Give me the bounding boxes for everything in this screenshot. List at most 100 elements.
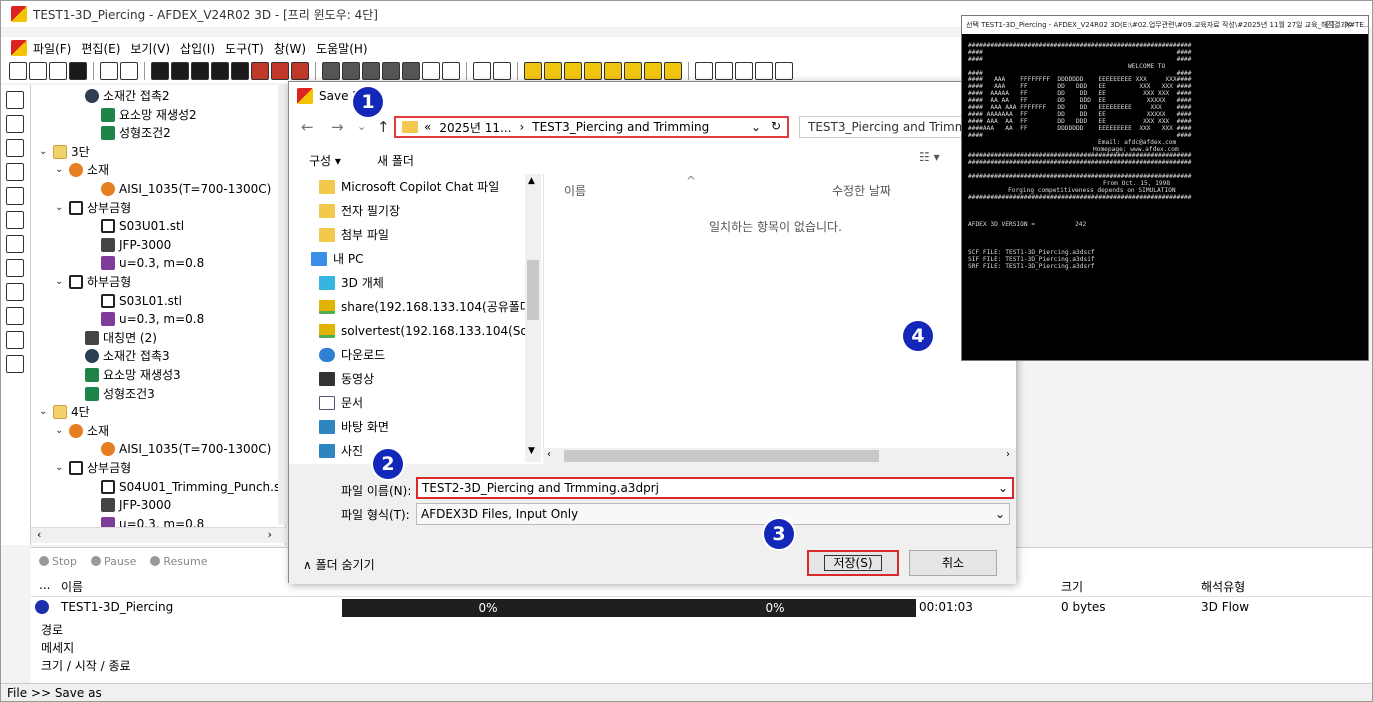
grid-icon[interactable] — [493, 62, 511, 80]
save-icon[interactable] — [69, 62, 87, 80]
forward-arrow-icon[interactable]: → — [331, 118, 344, 136]
address-bar[interactable]: « 2025년 11... › TEST3_Piercing and Trimm… — [394, 116, 789, 138]
column-header-name[interactable]: 이름 — [564, 182, 586, 199]
tree-node[interactable]: ⌄ 소재 — [55, 422, 109, 440]
nav-item[interactable]: 사진 — [319, 440, 363, 462]
menu-file[interactable]: 파일(F) — [33, 40, 71, 57]
import-icon[interactable] — [100, 62, 118, 80]
box-view-8-icon[interactable] — [664, 62, 682, 80]
open-file-icon[interactable] — [29, 62, 47, 80]
nav-item[interactable]: 내 PC — [311, 248, 363, 270]
tree-node[interactable]: 요소망 재생성2 — [87, 106, 197, 124]
tree-node[interactable]: ⌄ 상부금형 — [55, 199, 131, 217]
rotate-icon[interactable] — [422, 62, 440, 80]
up-arrow-icon[interactable]: ↑ — [377, 118, 390, 136]
hand-icon[interactable] — [755, 62, 773, 80]
copy-icon[interactable] — [6, 259, 24, 277]
tree-horizontal-scrollbar[interactable]: ‹ › — [31, 527, 286, 543]
box-view-2-icon[interactable] — [544, 62, 562, 80]
breadcrumb-item-1[interactable]: 2025년 11... — [439, 119, 511, 136]
scroll-left-icon[interactable]: ‹ — [37, 528, 41, 541]
menu-help[interactable]: 도움말(H) — [316, 40, 368, 57]
tree-node[interactable]: ⌄ 4단 — [39, 403, 90, 421]
stop-button[interactable]: Stop — [39, 555, 77, 568]
tree-expander-icon[interactable]: ⌄ — [39, 403, 49, 421]
press-tool-icon[interactable] — [6, 163, 24, 181]
nav-item[interactable]: 첨부 파일 — [319, 224, 389, 246]
tree-node[interactable]: S03U01.stl — [87, 217, 184, 235]
tree-node[interactable]: 소재간 접촉2 — [71, 87, 170, 105]
section-icon[interactable] — [402, 62, 420, 80]
resume-button[interactable]: Resume — [150, 555, 207, 568]
tree-node[interactable]: AISI_1035(T=700-1300C) — [87, 180, 271, 198]
nav-item[interactable]: 전자 필기장 — [319, 200, 400, 222]
table-icon[interactable] — [6, 307, 24, 325]
nav-item[interactable]: Microsoft Copilot Chat 파일 — [319, 176, 499, 198]
view-top-icon[interactable] — [231, 62, 249, 80]
header-size[interactable]: 크기 — [1061, 578, 1083, 595]
step-icon[interactable] — [6, 331, 24, 349]
tree-node[interactable]: 요소망 재생성3 — [71, 366, 181, 384]
view-iso-icon[interactable] — [251, 62, 269, 80]
tree-node[interactable]: S04U01_Trimming_Punch.stl — [87, 478, 285, 496]
tree-expander-icon[interactable]: ⌄ — [55, 199, 65, 217]
filetype-select[interactable]: AFDEX3D Files, Input Only ⌄ — [416, 503, 1010, 525]
tree-node[interactable]: 대칭면 (2) — [71, 329, 157, 347]
list-icon[interactable] — [6, 211, 24, 229]
hierarchy-icon[interactable] — [6, 235, 24, 253]
file-hscroll-thumb[interactable] — [564, 450, 879, 462]
die-tool-icon[interactable] — [6, 139, 24, 157]
export-icon[interactable] — [120, 62, 138, 80]
wire-icon[interactable] — [342, 62, 360, 80]
view-options-icon[interactable]: ☷ ▾ — [919, 150, 940, 164]
tree-node[interactable]: 성형조건2 — [87, 124, 171, 142]
mesh-icon[interactable] — [322, 62, 340, 80]
settings-icon[interactable] — [442, 62, 460, 80]
nav-item[interactable]: 3D 개체 — [319, 272, 384, 294]
nav-item[interactable]: 바탕 화면 — [319, 416, 389, 438]
split-icon[interactable] — [6, 283, 24, 301]
view-right-icon[interactable] — [211, 62, 229, 80]
view-back-icon[interactable] — [171, 62, 189, 80]
menu-window[interactable]: 창(W) — [274, 40, 306, 57]
pan-icon[interactable] — [735, 62, 753, 80]
column-header-modified[interactable]: 수정한 날짜 — [832, 182, 891, 199]
menu-tools[interactable]: 도구(T) — [225, 40, 264, 57]
console-window-controls-icon[interactable]: –□× — [1311, 16, 1362, 34]
tree-icon[interactable] — [6, 91, 24, 109]
tree-node[interactable]: u=0.3, m=0.8 — [87, 254, 204, 272]
tree-node[interactable]: u=0.3, m=0.8 — [87, 310, 204, 328]
pause-button[interactable]: Pause — [91, 555, 136, 568]
view-left-icon[interactable] — [191, 62, 209, 80]
header-ellipsis[interactable]: ... — [39, 578, 50, 592]
shade-icon[interactable] — [291, 62, 309, 80]
new-folder-button[interactable]: 새 폴더 — [377, 152, 414, 169]
tree-expander-icon[interactable]: ⌄ — [55, 273, 65, 291]
header-type[interactable]: 해석유형 — [1201, 578, 1245, 595]
zoom-fit-icon[interactable] — [695, 62, 713, 80]
monitor-icon[interactable] — [6, 187, 24, 205]
filename-input[interactable]: TEST2-3D_Piercing and Trmming.a3dprj ⌄ — [416, 477, 1014, 499]
header-name[interactable]: 이름 — [61, 578, 83, 595]
render-icon[interactable] — [271, 62, 289, 80]
tree-node[interactable]: ⌄ 소재 — [55, 161, 109, 179]
scroll-up-icon[interactable]: ▲ — [528, 176, 535, 186]
box-view-3-icon[interactable] — [564, 62, 582, 80]
breadcrumb-overflow[interactable]: « — [424, 120, 431, 134]
tree-node[interactable]: JFP-3000 — [87, 496, 171, 514]
box-view-7-icon[interactable] — [644, 62, 662, 80]
tree-expander-icon[interactable]: ⌄ — [39, 143, 49, 161]
camera-icon[interactable] — [473, 62, 491, 80]
tree-node[interactable]: ⌄ 상부금형 — [55, 459, 131, 477]
box-view-6-icon[interactable] — [624, 62, 642, 80]
nav-item[interactable]: 다운로드 — [319, 344, 385, 366]
breadcrumb-item-2[interactable]: TEST3_Piercing and Trimming — [532, 120, 709, 134]
recent-chevron-icon[interactable]: ⌄ — [357, 120, 366, 133]
hide-folders-button[interactable]: ∧ 폴더 숨기기 — [303, 556, 375, 573]
nav-scroll-thumb[interactable] — [527, 260, 539, 320]
scroll-down-icon[interactable]: ▼ — [528, 446, 535, 456]
tree-node[interactable]: S03L01.stl — [87, 292, 182, 310]
box-view-5-icon[interactable] — [604, 62, 622, 80]
zoom-in-icon[interactable] — [715, 62, 733, 80]
job-row[interactable]: TEST1-3D_Piercing 0% 0% 00:01:03 0 bytes… — [31, 598, 1372, 618]
